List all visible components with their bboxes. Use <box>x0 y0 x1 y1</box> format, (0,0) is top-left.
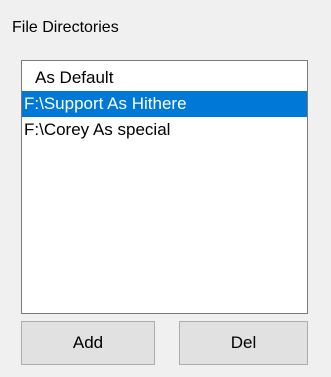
del-button[interactable]: Del <box>179 321 308 365</box>
directory-listbox[interactable]: As Default F:\Support As Hithere F:\Core… <box>21 60 308 314</box>
list-item-selected[interactable]: F:\Support As Hithere <box>22 91 307 117</box>
list-item[interactable]: F:\Corey As special <box>22 117 307 143</box>
list-item[interactable]: As Default <box>22 65 307 91</box>
add-button[interactable]: Add <box>21 321 155 365</box>
panel-title: File Directories <box>12 19 119 36</box>
